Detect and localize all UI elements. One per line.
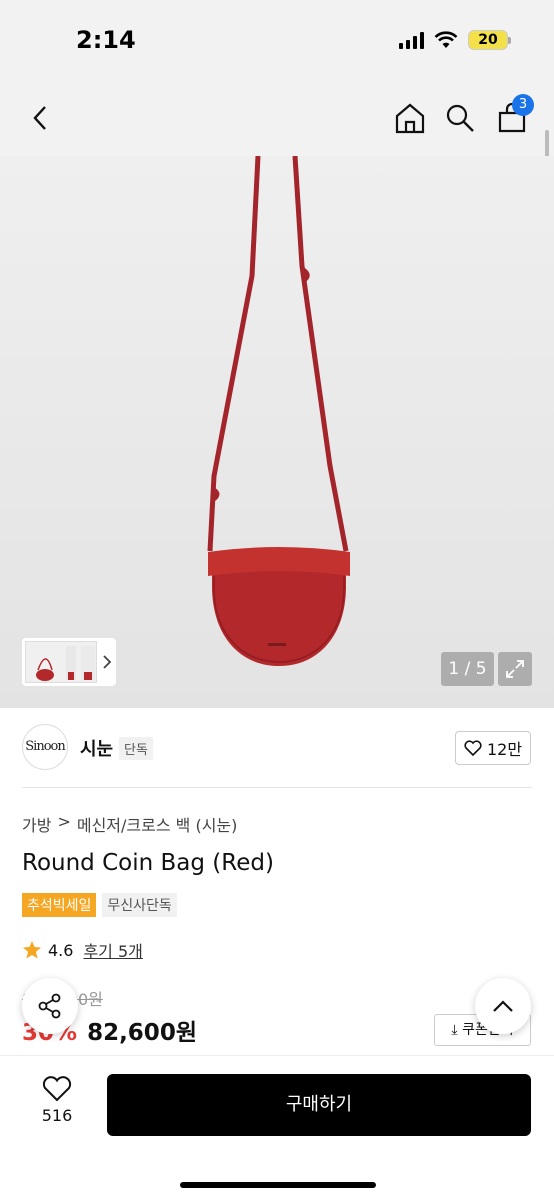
brand-exclusive-tag: 단독 (119, 737, 153, 760)
search-icon[interactable] (440, 98, 480, 138)
breadcrumb-subcategory[interactable]: 메신저/크로스 백 (시눈) (77, 812, 238, 836)
product-image-gallery[interactable]: 1 / 5 (0, 156, 554, 708)
status-icons: 20 (399, 30, 511, 50)
top-nav: 3 (0, 84, 554, 156)
breadcrumb-separator: > (57, 812, 71, 831)
product-badges: 추석빅세일 무신사단독 (22, 893, 177, 917)
heart-icon (42, 1076, 72, 1102)
cart-badge: 3 (512, 94, 534, 116)
brand-like-button[interactable]: 12만 (455, 731, 531, 765)
wishlist-count: 516 (41, 1106, 73, 1125)
home-indicator (180, 1182, 376, 1188)
download-icon: ⤓ (451, 1022, 458, 1038)
signal-icon (399, 31, 424, 49)
share-icon (38, 993, 61, 1019)
bottom-bar: 516 구매하기 (0, 1055, 554, 1200)
star-icon (23, 941, 41, 959)
battery-icon: 20 (468, 30, 511, 50)
sale-badge: 추석빅세일 (22, 893, 97, 917)
product-title: Round Coin Bag (Red) (22, 850, 274, 876)
breadcrumb-category[interactable]: 가방 (22, 812, 51, 836)
heart-icon (464, 740, 482, 756)
brand-logo[interactable]: Sinoon (22, 724, 68, 770)
home-icon[interactable] (390, 98, 430, 138)
exclusive-badge: 무신사단독 (102, 893, 177, 917)
share-button[interactable] (22, 978, 78, 1034)
divider (22, 787, 532, 788)
thumbnail-image[interactable] (25, 641, 97, 683)
back-icon[interactable] (20, 98, 60, 138)
sale-price: 82,600원 (87, 1020, 197, 1046)
brand-row: Sinoon 시눈 단독 12만 (0, 708, 554, 788)
scroll-top-button[interactable] (475, 978, 531, 1034)
brand-name[interactable]: 시눈 (80, 735, 113, 761)
brand-like-count: 12만 (486, 740, 523, 759)
chevron-up-icon (493, 1000, 513, 1012)
expand-icon[interactable] (498, 652, 532, 686)
product-image (207, 156, 350, 666)
chevron-right-icon[interactable] (101, 654, 113, 670)
buy-button[interactable]: 구매하기 (107, 1074, 531, 1136)
thumbnail-strip[interactable] (22, 638, 116, 686)
rating-value: 4.6 (48, 940, 74, 960)
status-time: 2:14 (76, 26, 136, 54)
review-link[interactable]: 후기 5개 (83, 938, 142, 962)
cart-button[interactable]: 3 (492, 94, 534, 138)
rating-row: 4.6 후기 5개 (22, 938, 143, 962)
wishlist-button[interactable]: 516 (28, 1076, 86, 1125)
status-bar: 2:14 20 (0, 0, 554, 84)
wifi-icon (434, 31, 458, 48)
breadcrumb: 가방 > 메신저/크로스 백 (시눈) (22, 812, 237, 836)
image-counter: 1 / 5 (441, 652, 494, 686)
